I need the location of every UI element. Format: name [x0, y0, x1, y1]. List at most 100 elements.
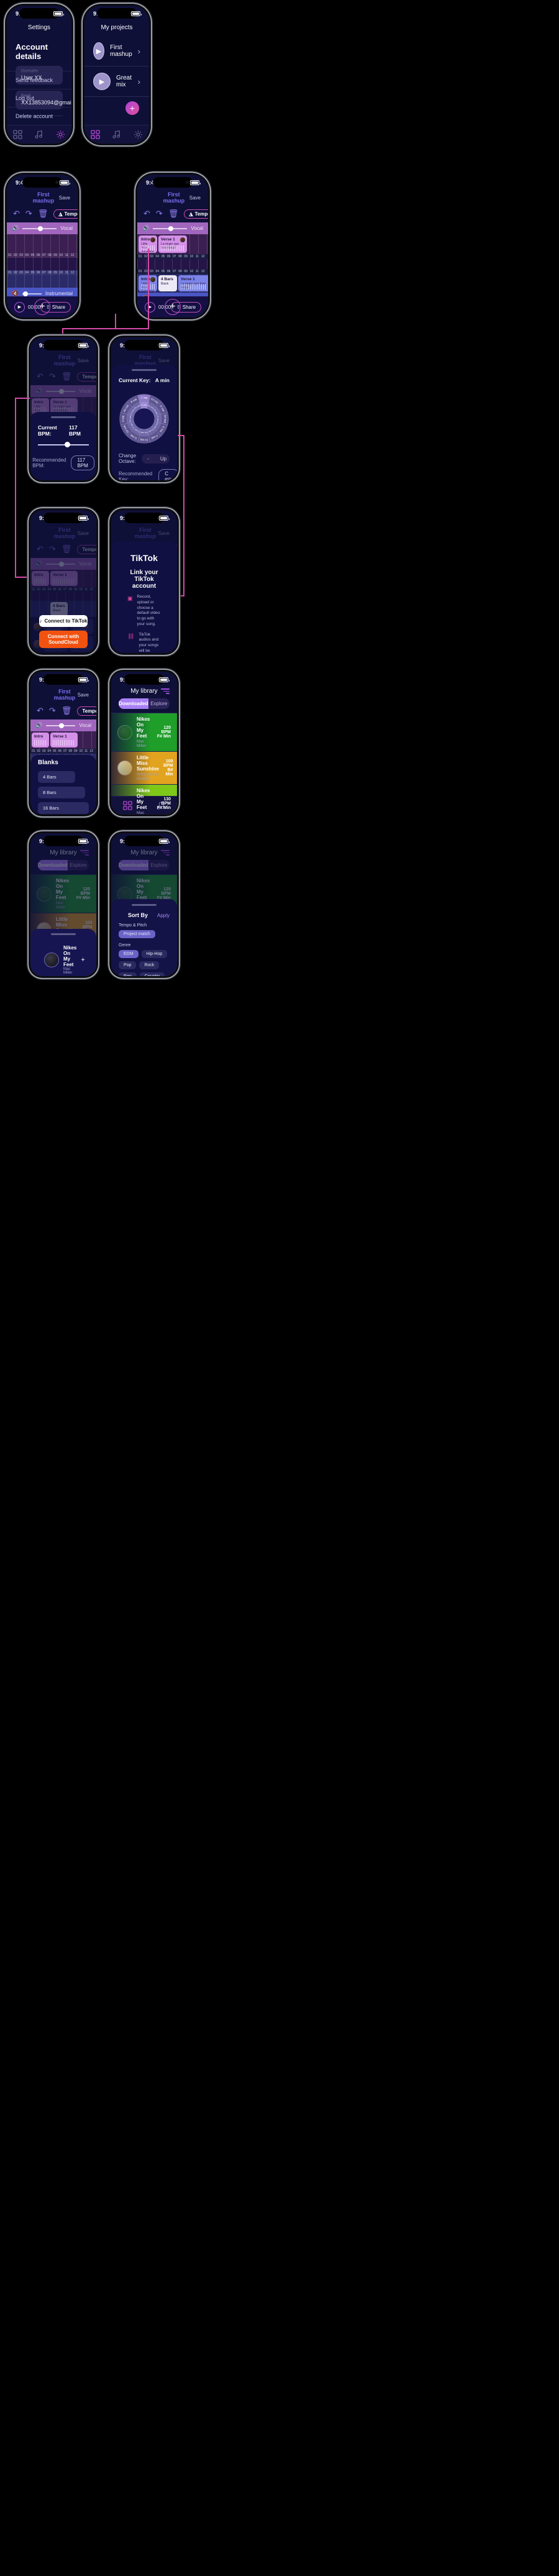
- clip[interactable]: Verse 1: [50, 733, 78, 747]
- clip-blank[interactable]: 4 Bars Blank: [158, 275, 177, 291]
- bpm-slider[interactable]: [38, 442, 89, 447]
- speaker-icon[interactable]: 🔊: [12, 225, 19, 232]
- blank-option[interactable]: 4 Bars: [38, 771, 75, 783]
- vocal-volume-slider[interactable]: [46, 723, 76, 728]
- tempo-button: Tempo: [77, 372, 96, 381]
- save-button[interactable]: Save: [59, 195, 70, 201]
- status-bar: 9:41: [30, 672, 96, 687]
- undo-icon[interactable]: ↶: [37, 706, 43, 716]
- filter-icon[interactable]: [161, 688, 170, 694]
- apply-button[interactable]: Apply: [157, 913, 170, 918]
- tab-bar: [84, 125, 149, 144]
- sort-title: Sort By: [127, 912, 148, 918]
- send-feedback-row[interactable]: Send feedback: [7, 71, 71, 89]
- add-project-button[interactable]: +: [125, 101, 139, 115]
- trash-icon[interactable]: 🗑: [61, 706, 72, 716]
- music-note-icon[interactable]: [112, 130, 121, 139]
- library-add-screen: 9:41 My library Downloaded Explore Nikes…: [30, 833, 96, 976]
- undo-icon: ↶: [37, 372, 43, 381]
- clip[interactable]: Verse 1 La mujer que bota fuego: [178, 275, 208, 291]
- undo-icon[interactable]: ↶: [13, 209, 20, 219]
- chip-rock[interactable]: Rock: [139, 961, 160, 969]
- blank-option[interactable]: 8 Bars: [38, 787, 85, 798]
- play-button[interactable]: ▶: [145, 301, 155, 313]
- delete-account-row[interactable]: Delete account: [7, 107, 71, 125]
- grid-icon[interactable]: [13, 130, 22, 139]
- add-clip-button[interactable]: +: [165, 299, 181, 315]
- project-title: First mashup: [53, 688, 76, 701]
- gear-icon[interactable]: [56, 130, 65, 139]
- instrumental-volume-slider[interactable]: [22, 291, 42, 296]
- grid-icon[interactable]: [123, 801, 132, 810]
- dynamic-island: [153, 177, 193, 188]
- add-row[interactable]: Nikes On My Feet Mac Miller +: [38, 941, 89, 976]
- music-note-icon[interactable]: [34, 130, 43, 139]
- gear-icon[interactable]: [134, 130, 143, 139]
- recommended-bpm-chip[interactable]: 117 BPM: [71, 455, 94, 470]
- trash-icon[interactable]: 🗑: [38, 209, 48, 219]
- redo-icon[interactable]: ↷: [49, 706, 56, 716]
- sheet-handle[interactable]: [132, 904, 157, 906]
- add-row-subtitle: Mac Miller: [63, 967, 73, 975]
- add-icon[interactable]: +: [81, 956, 84, 964]
- save-button[interactable]: Save: [189, 195, 201, 201]
- editor-empty-screen: 9:41 First mashup Save ↶ ↷ 🗑 ◮ Tempo: [7, 175, 78, 317]
- trash-icon[interactable]: 🗑: [168, 209, 179, 219]
- play-button[interactable]: ▶: [14, 301, 25, 313]
- circle-of-fifths-wheel[interactable]: C maj C# maj D maj D# maj E maj F maj F# maj G …: [119, 388, 170, 449]
- redo-icon[interactable]: ↷: [156, 209, 163, 219]
- blank-option[interactable]: 16 Bars: [38, 802, 89, 814]
- tempo-button[interactable]: Tempo: [77, 706, 96, 716]
- chip-county[interactable]: Country: [139, 972, 165, 976]
- song-row[interactable]: Nikes On My Feet Mac Miller 120 BPM F# M…: [111, 713, 177, 751]
- chip-pop[interactable]: Pop: [119, 961, 137, 969]
- speaker-icon[interactable]: 🔊: [35, 722, 42, 729]
- clip[interactable]: Verse 1 La mujer que bota fuego: [158, 235, 187, 253]
- octave-option-up[interactable]: Up: [155, 454, 170, 464]
- chip-rap[interactable]: Rap: [119, 972, 137, 976]
- chip-hiphop[interactable]: Hip-Hop: [141, 950, 168, 958]
- connect-soundcloud-button[interactable]: Connect with SoundCloud: [39, 631, 88, 648]
- metronome-icon: ◮: [58, 211, 63, 217]
- log-out-row[interactable]: Log out: [7, 89, 71, 107]
- octave-segmented-control[interactable]: - Up Down: [142, 454, 170, 464]
- key-wheel-outer-label: D# maj: [163, 415, 166, 423]
- connector-line: [178, 435, 184, 436]
- tempo-button[interactable]: ◮ Tempo: [184, 209, 208, 219]
- project-row[interactable]: ▶ Great mix ›: [84, 66, 149, 97]
- dynamic-island: [43, 836, 83, 846]
- speaker-icon[interactable]: 🔊: [142, 225, 149, 232]
- vocal-lane[interactable]: Intro Verse 1: [30, 731, 96, 749]
- phone-connect: 9:41 First mashup Save ↶↷ 🗑 Tempo Pitch …: [29, 508, 98, 655]
- grid-icon[interactable]: [91, 130, 100, 139]
- clip[interactable]: Intro: [32, 733, 49, 747]
- sheet-handle[interactable]: [51, 416, 76, 418]
- recommended-key-chip[interactable]: C min: [158, 469, 177, 480]
- add-clip-button[interactable]: +: [34, 299, 50, 315]
- save-button[interactable]: Save: [78, 692, 89, 698]
- tab-downloaded[interactable]: Downloaded: [119, 698, 148, 709]
- connect-tiktok-button[interactable]: ♪ Connect to TikTok: [39, 615, 88, 627]
- instrumental-lane[interactable]: 01 02 03 04 05 06 07 08 09 10 11 12: [7, 270, 78, 288]
- tempo-button[interactable]: ◮ Tempo: [53, 209, 78, 219]
- share-label: Share: [52, 304, 66, 310]
- vocal-lane[interactable]: 01 02 03 04 05 06 07 08 09 10 11 12: [7, 234, 78, 258]
- vocal-volume-slider[interactable]: [153, 226, 188, 231]
- tab-explore[interactable]: Explore: [148, 698, 170, 709]
- project-row[interactable]: ▶ First mashup ›: [84, 36, 149, 66]
- vocal-track-header: 🔊 Vocal: [7, 222, 78, 234]
- battery-icon: [78, 343, 89, 348]
- song-row[interactable]: Little Miss Sunshine Shiny Crack Gordon …: [111, 751, 177, 784]
- dynamic-island: [43, 674, 83, 685]
- connector-line: [15, 398, 16, 578]
- chip-edm[interactable]: EDM: [119, 950, 139, 958]
- battery-icon: [159, 677, 170, 682]
- sheet-handle[interactable]: [51, 933, 76, 935]
- undo-icon[interactable]: ↶: [143, 209, 150, 219]
- key-wheel-svg[interactable]: C maj C# majD majD# majE majF majF# majG …: [119, 388, 170, 449]
- chip-project-match[interactable]: Project match: [119, 930, 155, 938]
- redo-icon[interactable]: ↷: [25, 209, 32, 219]
- vocal-volume-slider[interactable]: [22, 226, 57, 231]
- sheet-handle[interactable]: [132, 369, 157, 371]
- octave-option-none[interactable]: -: [142, 454, 155, 464]
